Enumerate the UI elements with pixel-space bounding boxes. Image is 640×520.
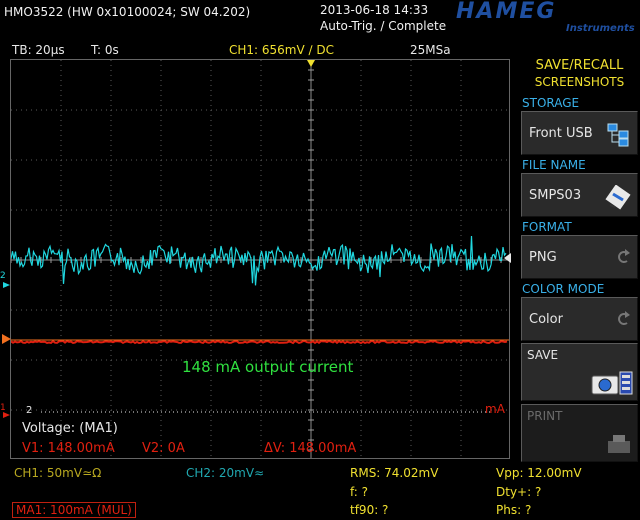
format-value: PNG <box>529 250 557 265</box>
camera-save-icon <box>591 370 633 400</box>
storage-label: STORAGE <box>522 96 580 110</box>
cursor-v2: V2: 0A <box>142 441 185 456</box>
device-info: HMO3522 (HW 0x10100024; SW 04.202) <box>4 5 251 19</box>
waveform-display[interactable]: 148 mA output current Voltage: (MA1) V1:… <box>10 59 510 459</box>
folder-tree-icon <box>605 123 631 151</box>
current-annotation: 148 mA output current <box>182 358 354 376</box>
measure-title: Voltage: (MA1) <box>22 421 118 436</box>
status-readouts: CH1: 50mV≃Ω CH2: 20mV≈ MA1: 100mA (MUL) … <box>0 462 640 520</box>
save-label: SAVE <box>527 348 559 362</box>
math-waveform <box>11 339 508 345</box>
ch1-trigger-readout[interactable]: CH1: 656mV ∕ DC <box>229 44 334 56</box>
filename-label: FILE NAME <box>522 158 586 172</box>
brand-logo: HAMEG <box>456 0 557 24</box>
ch2-scale[interactable]: CH2: 20mV≈ <box>186 467 264 479</box>
trigger-time-readout[interactable]: T: 0s <box>91 44 119 56</box>
waveform-grid <box>11 60 509 458</box>
timebase-readout[interactable]: TB: 20µs <box>12 44 65 56</box>
math-scale[interactable]: MA1: 100mA (MUL) <box>12 502 136 518</box>
rotate-select-icon <box>615 247 631 271</box>
save-button[interactable]: SAVE <box>521 343 638 401</box>
colormode-label: COLOR MODE <box>522 282 605 296</box>
channel-markers[interactable]: 2 1 <box>0 260 12 420</box>
phase-measure: Phs: ? <box>496 503 532 517</box>
rms-measure: RMS: 74.02mV <box>350 466 439 480</box>
print-label: PRINT <box>527 409 563 423</box>
storage-button[interactable]: Front USB <box>521 111 638 155</box>
trigger-status: Auto-Trig. / Complete <box>320 19 447 33</box>
svg-text:2: 2 <box>0 271 6 281</box>
duty-measure: Dty+: ? <box>496 485 542 499</box>
brand-subtitle: Instruments <box>566 23 635 34</box>
ch1-scale[interactable]: CH1: 50mV≃Ω <box>14 467 101 479</box>
format-label: FORMAT <box>522 220 572 234</box>
svg-text:1: 1 <box>0 403 6 413</box>
colormode-value: Color <box>529 312 563 327</box>
menu-title: SAVE/RECALL <box>535 58 624 73</box>
ch2-waveform <box>11 235 507 286</box>
edit-name-icon <box>605 184 631 215</box>
ref-marker-label: 2 <box>26 405 33 416</box>
printer-icon <box>606 435 632 459</box>
filename-button[interactable]: SMPS03 <box>521 173 638 217</box>
rotate-select-icon <box>615 309 631 333</box>
sample-rate-readout: 25MSa <box>410 43 451 57</box>
freq-measure: f: ? <box>350 485 369 499</box>
storage-value: Front USB <box>529 126 593 141</box>
right-level-marker <box>504 253 511 263</box>
format-button[interactable]: PNG <box>521 235 638 279</box>
vpp-measure: Vpp: 12.00mV <box>496 466 582 480</box>
datetime: 2013-06-18 14:33 <box>320 3 429 17</box>
menu-subtitle: SCREENSHOTS <box>534 75 625 89</box>
colormode-button[interactable]: Color <box>521 297 638 341</box>
filename-value: SMPS03 <box>529 188 582 203</box>
save-recall-menu: SAVE/RECALL SCREENSHOTS STORAGE Front US… <box>519 54 640 520</box>
trigger-position-marker <box>307 60 315 67</box>
cursor-delta: ΔV: 148.00mA <box>264 441 357 456</box>
fall-time-measure: tf90: ? <box>350 503 389 517</box>
math-unit-marker: mA <box>485 402 505 416</box>
cursor-v1: V1: 148.00mA <box>22 441 115 456</box>
print-button[interactable]: PRINT <box>521 404 638 462</box>
